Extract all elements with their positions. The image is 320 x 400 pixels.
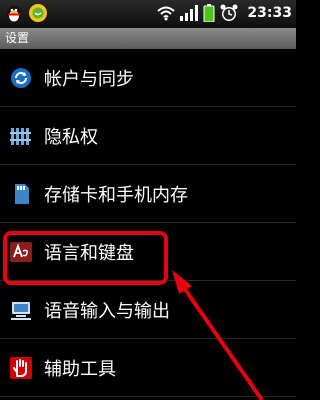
annotation-arrow	[172, 270, 264, 400]
